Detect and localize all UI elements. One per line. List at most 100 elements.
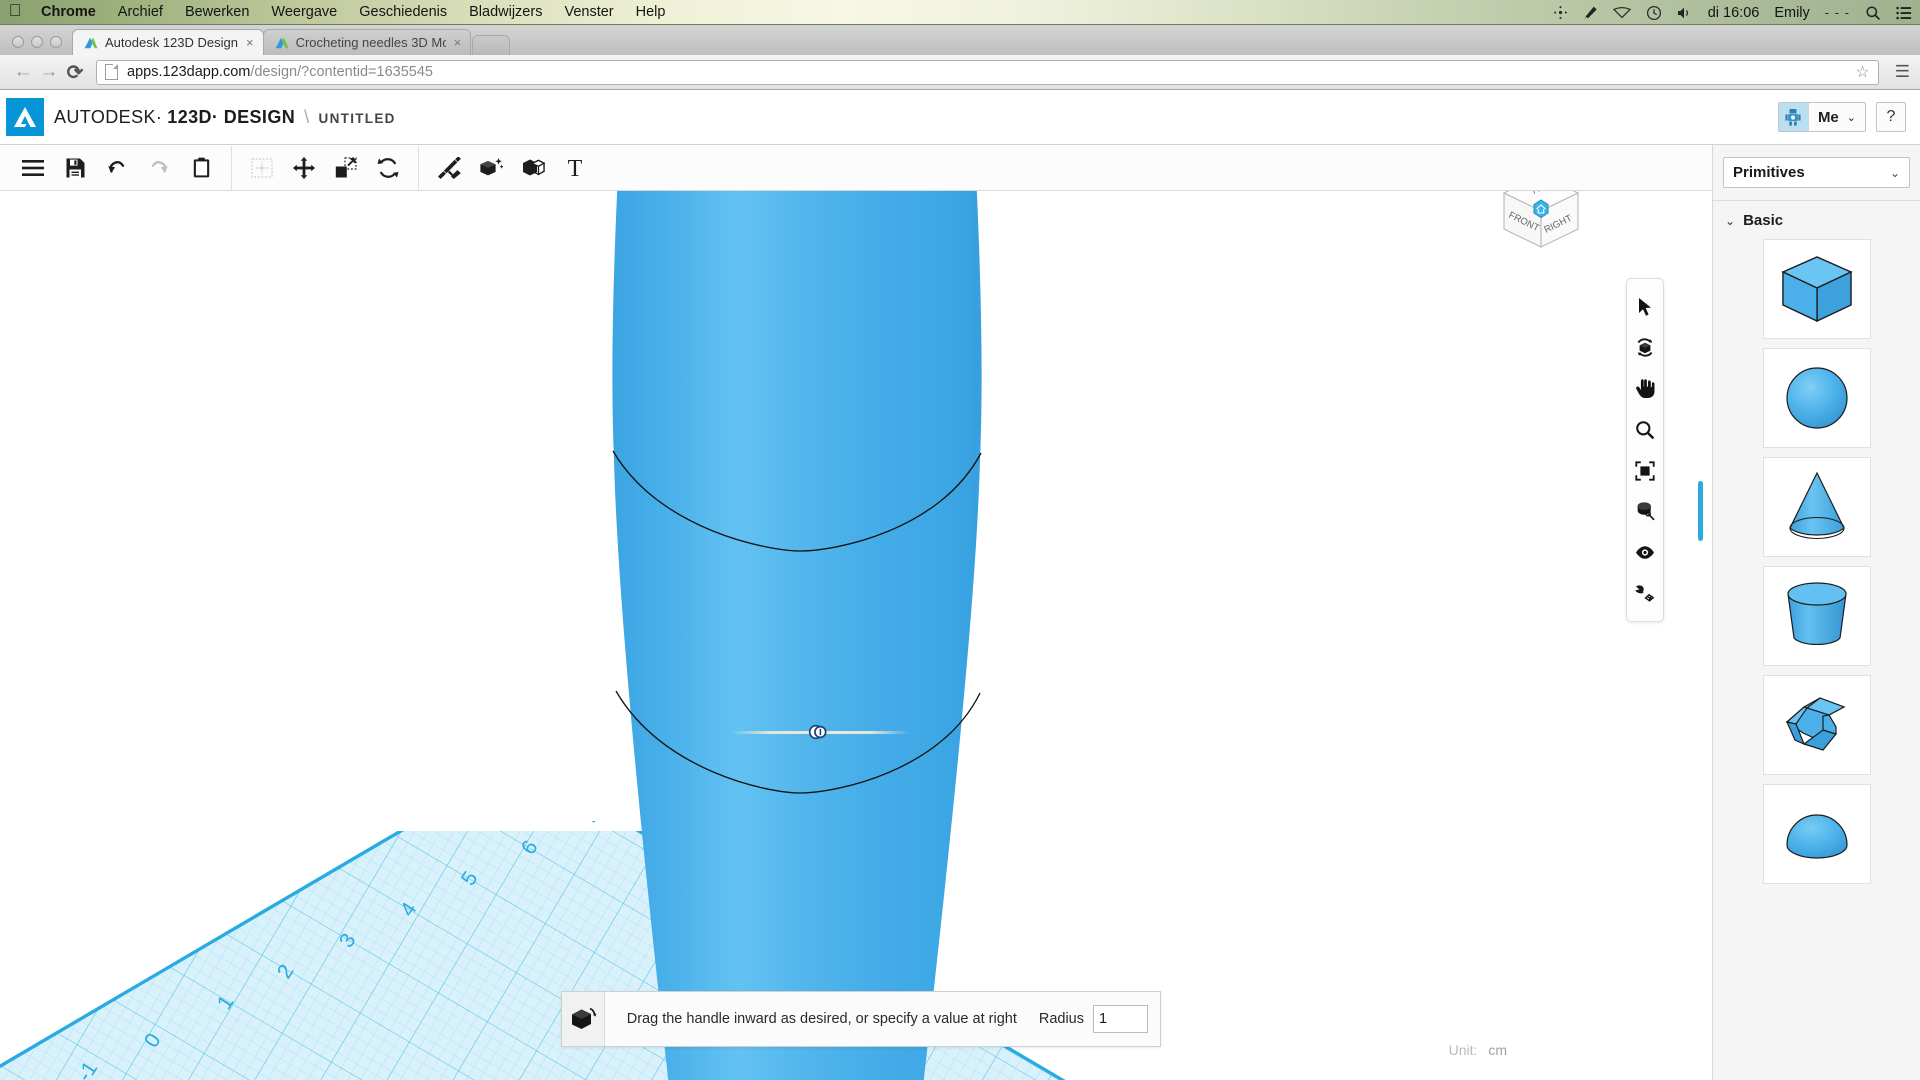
right-panel: Primitives ⌄ ⌄ Basic — [1712, 145, 1920, 1080]
tab-close-icon[interactable]: × — [246, 35, 254, 50]
browser-tab-inactive[interactable]: Crocheting needles 3D Mo × — [262, 29, 472, 55]
fillet-knob-icon[interactable] — [808, 723, 828, 741]
prompt-bar: Drag the handle inward as desired, or sp… — [561, 991, 1161, 1047]
os-menu-item-weergave[interactable]: Weergave — [260, 0, 348, 25]
apple-logo-icon[interactable]:  — [0, 1, 30, 23]
undo-button[interactable] — [96, 146, 138, 190]
os-menu-item-bladwijzers[interactable]: Bladwijzers — [458, 0, 553, 25]
autodesk-favicon-icon — [274, 35, 290, 51]
browser-tab-title: Crocheting needles 3D Mo — [295, 35, 446, 50]
fillet-tool-icon — [562, 992, 605, 1046]
tab-close-icon[interactable]: × — [454, 35, 462, 50]
primitives-group-basic-header[interactable]: ⌄ Basic — [1723, 201, 1910, 239]
brand-autodesk: AUTODESK· — [54, 106, 163, 127]
primitive-torus[interactable] — [1762, 784, 1871, 884]
browser-reload-button[interactable]: ⟳ — [62, 59, 88, 85]
robot-avatar-icon — [1778, 103, 1809, 131]
browser-tab-title: Autodesk 123D Design — [105, 35, 238, 50]
help-button[interactable]: ? — [1876, 102, 1906, 132]
nav-snap-grid[interactable] — [1628, 573, 1662, 614]
new-tab-button[interactable] — [472, 35, 511, 55]
browser-menu-icon[interactable]: ☰ — [1885, 62, 1910, 82]
url-path: /design/?contentid=1635545 — [250, 64, 433, 80]
unit-indicator: Unit: cm — [1449, 1042, 1507, 1058]
account-label: Me — [1817, 108, 1839, 126]
construct-tool[interactable] — [470, 146, 512, 190]
os-menu-item-venster[interactable]: Venster — [553, 0, 624, 25]
scale-tool[interactable] — [325, 146, 367, 190]
fillet-radius-handle[interactable] — [730, 723, 910, 741]
browser-forward-button[interactable]: → — [36, 59, 62, 85]
window-minimize-button[interactable] — [31, 36, 43, 48]
browser-tab-active[interactable]: Autodesk 123D Design × — [72, 29, 264, 55]
tapered-cylinder-solid[interactable] — [600, 191, 1120, 1080]
select-tool — [241, 146, 283, 190]
url-host: apps.123dapp.com — [127, 64, 251, 80]
nav-select-cursor[interactable] — [1628, 286, 1662, 327]
os-menu-item-archief[interactable]: Archief — [107, 0, 174, 25]
browser-back-button[interactable]: ← — [10, 59, 36, 85]
nav-orbit[interactable] — [1628, 327, 1662, 368]
primitives-category-select[interactable]: Primitives ⌄ — [1723, 157, 1910, 188]
account-menu-button[interactable]: Me ⌄ — [1777, 102, 1866, 132]
search-icon[interactable] — [1865, 5, 1881, 21]
chevron-down-icon: ⌄ — [1889, 165, 1900, 180]
svg-text:4: 4 — [396, 898, 422, 921]
app-brand: AUTODESK· 123D· DESIGN \ UNTITLED — [54, 107, 396, 128]
os-menu-item-chrome[interactable]: Chrome — [30, 0, 107, 25]
app-header: AUTODESK· 123D· DESIGN \ UNTITLED Me ⌄ ? — [0, 90, 1920, 145]
bluetooth-icon[interactable] — [1553, 5, 1568, 20]
os-clock[interactable]: di 16:06 — [1708, 5, 1760, 21]
document-title[interactable]: UNTITLED — [319, 111, 396, 126]
radius-input[interactable] — [1093, 1005, 1148, 1033]
autodesk-logo-icon[interactable] — [6, 98, 44, 136]
clock-history-icon[interactable] — [1646, 5, 1662, 21]
paste-button[interactable] — [180, 146, 222, 190]
viewport-3d[interactable]: -2 -1 0 1 2 3 4 5 6 7 — [0, 191, 1712, 1080]
wifi-icon[interactable] — [1612, 6, 1631, 20]
brand-product: 123D· DESIGN — [167, 106, 296, 127]
primitive-box[interactable] — [1762, 239, 1871, 339]
app-header-actions: Me ⌄ ? — [1777, 102, 1920, 132]
move-tool[interactable] — [283, 146, 325, 190]
page-icon — [105, 64, 118, 80]
os-user-name[interactable]: Emily — [1774, 5, 1809, 21]
svg-text:0: 0 — [140, 1029, 166, 1051]
nav-pan[interactable] — [1628, 368, 1662, 409]
pen-icon[interactable] — [1583, 5, 1598, 21]
notification-list-icon[interactable] — [1896, 6, 1912, 20]
volume-icon[interactable] — [1677, 6, 1693, 20]
svg-text:7: 7 — [577, 821, 603, 829]
viewport-nav-toolbar — [1626, 278, 1664, 622]
address-bar[interactable]: apps.123dapp.com /design/?contentid=1635… — [96, 59, 1879, 85]
nav-fit-to-window[interactable] — [1628, 450, 1662, 491]
prompt-message: Drag the handle inward as desired, or sp… — [626, 1011, 1017, 1027]
os-menu-item-bewerken[interactable]: Bewerken — [174, 0, 260, 25]
nav-zoom-to-object[interactable] — [1628, 491, 1662, 532]
viewport-scrollbar[interactable] — [1698, 481, 1703, 541]
text-tool[interactable]: T — [554, 146, 596, 190]
svg-text:1: 1 — [213, 991, 239, 1013]
viewcube[interactable]: TOP FRONT RIGHT — [1492, 191, 1590, 259]
combine-tool[interactable] — [512, 146, 554, 190]
bookmark-star-icon[interactable]: ☆ — [1855, 62, 1869, 82]
window-maximize-button[interactable] — [50, 36, 62, 48]
sketch-tool[interactable] — [428, 146, 470, 190]
primitive-wedge[interactable] — [1762, 675, 1871, 775]
window-close-button[interactable] — [12, 36, 24, 48]
os-user-dots: - - - — [1824, 5, 1850, 20]
nav-zoom[interactable] — [1628, 409, 1662, 450]
save-button[interactable] — [54, 146, 96, 190]
brand-separator: \ — [304, 106, 310, 127]
svg-text:6: 6 — [517, 836, 543, 858]
nav-visibility[interactable] — [1628, 532, 1662, 573]
primitive-cylinder[interactable] — [1762, 566, 1871, 666]
primitive-cone[interactable] — [1762, 457, 1871, 557]
window-controls — [0, 36, 72, 55]
primitives-grid — [1723, 239, 1910, 884]
primitive-sphere[interactable] — [1762, 348, 1871, 448]
os-menu-item-help[interactable]: Help — [625, 0, 677, 25]
main-menu-button[interactable] — [12, 146, 54, 190]
rotate-tool[interactable] — [367, 146, 409, 190]
os-menu-item-geschiedenis[interactable]: Geschiedenis — [348, 0, 458, 25]
